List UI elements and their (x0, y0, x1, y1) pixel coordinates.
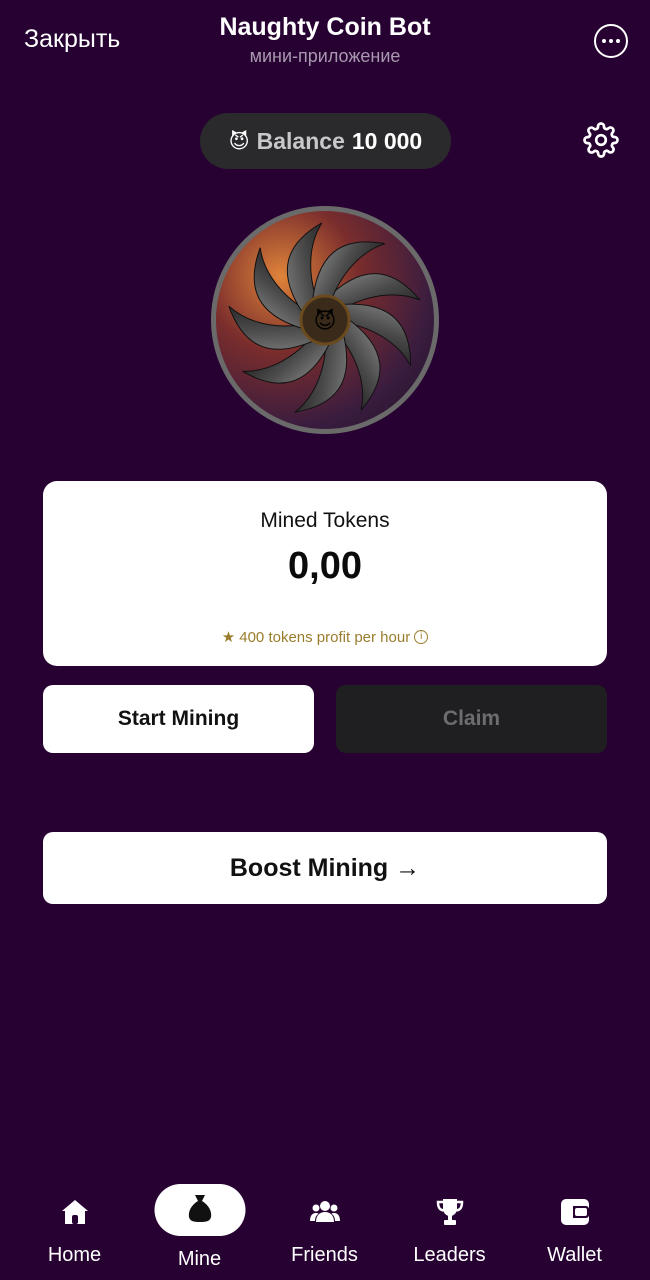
mining-fan-image: 😈 (211, 206, 439, 434)
more-options-icon[interactable] (594, 24, 628, 58)
nav-label-leaders: Leaders (413, 1244, 486, 1266)
mined-tokens-card: Mined Tokens 0,00 ★ 400 tokens profit pe… (43, 481, 607, 666)
profit-rate: ★ 400 tokens profit per hour i (43, 628, 607, 646)
nav-item-wallet[interactable]: Wallet (512, 1178, 637, 1278)
boost-mining-button[interactable]: Boost Mining → (43, 832, 607, 904)
mined-tokens-title: Mined Tokens (260, 509, 390, 532)
trophy-icon (436, 1199, 463, 1225)
app-title: Naughty Coin Bot (219, 13, 431, 41)
devil-emoji-icon: 😈 (228, 130, 250, 153)
claim-button[interactable]: Claim (336, 685, 607, 753)
nav-item-home[interactable]: Home (12, 1178, 137, 1278)
app-header: Закрыть Naughty Coin Bot мини-приложение (0, 0, 650, 80)
nav-item-leaders[interactable]: Leaders (387, 1178, 512, 1278)
balance-pill: 😈 Balance 10 000 (200, 113, 451, 169)
nav-label-home: Home (47, 1244, 102, 1266)
header-titles: Naughty Coin Bot мини-приложение (0, 13, 650, 67)
app-subtitle: мини-приложение (249, 46, 401, 66)
start-mining-button[interactable]: Start Mining (43, 685, 314, 753)
fan-center-emoji: 😈 (314, 308, 337, 333)
bottom-nav: Home Mine Friends Leaders Wallet (0, 1178, 650, 1280)
mining-screen: Закрыть Naughty Coin Bot мини-приложение… (0, 0, 650, 1280)
star-icon: ★ (221, 629, 236, 646)
gear-icon[interactable] (583, 122, 619, 158)
nav-label-wallet: Wallet (547, 1244, 602, 1266)
fan-blades: 😈 (228, 222, 421, 413)
profit-rate-text: 400 tokens profit per hour (239, 628, 411, 646)
info-icon[interactable]: i (414, 630, 429, 644)
friends-icon (309, 1201, 340, 1222)
balance-value: 10 000 (351, 127, 423, 154)
nav-label-friends: Friends (291, 1244, 358, 1266)
nav-item-friends[interactable]: Friends (262, 1178, 387, 1278)
money-bag-icon (188, 1195, 211, 1222)
home-icon (61, 1200, 88, 1224)
nav-label-mine: Mine (177, 1248, 222, 1270)
mined-tokens-value: 0,00 (288, 545, 362, 587)
balance-label: Balance (256, 127, 345, 154)
nav-item-mine[interactable]: Mine (137, 1178, 262, 1278)
wallet-icon (560, 1199, 589, 1225)
